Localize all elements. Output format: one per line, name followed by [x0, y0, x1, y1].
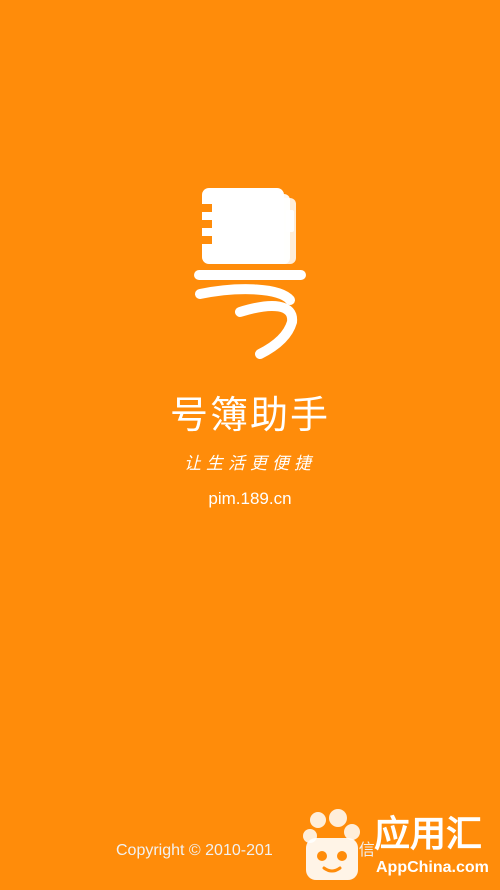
- copyright-main: Copyright © 2010-201: [116, 842, 273, 859]
- website-url: pim.189.cn: [208, 489, 292, 508]
- app-title: 号簿助手: [169, 393, 330, 437]
- appchina-site: AppChina.com: [376, 859, 489, 876]
- appchina-watermark: 应用汇 AppChina.com: [298, 806, 498, 886]
- app-slogan: 让生活更便捷: [184, 454, 316, 474]
- notebook-phone-logo-icon: [194, 188, 306, 359]
- appchina-name: 应用汇: [374, 814, 483, 855]
- appchina-logo-icon: [303, 809, 360, 880]
